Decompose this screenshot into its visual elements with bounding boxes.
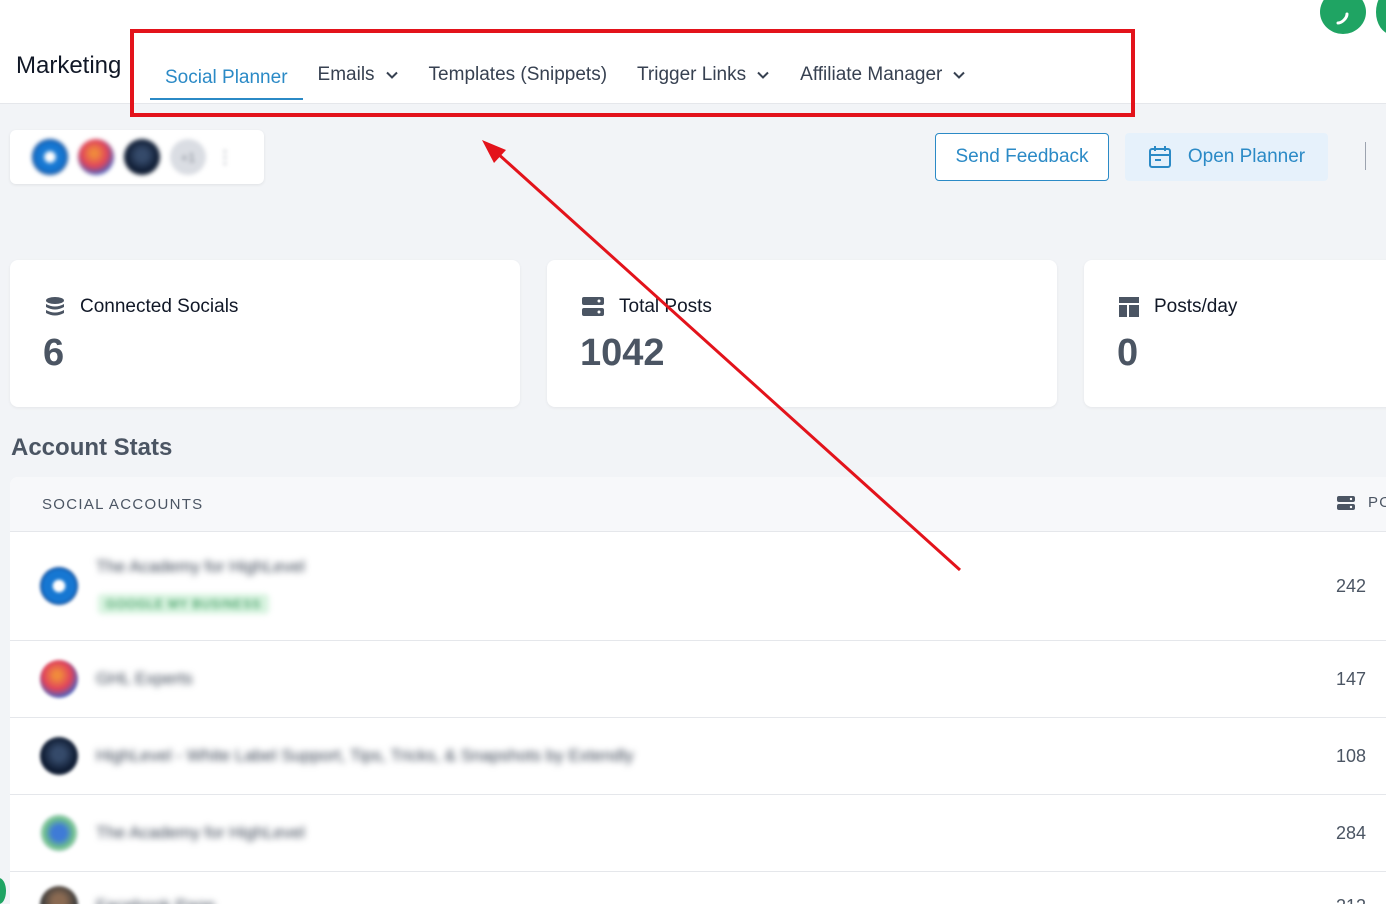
annotation-arrow — [482, 140, 962, 572]
